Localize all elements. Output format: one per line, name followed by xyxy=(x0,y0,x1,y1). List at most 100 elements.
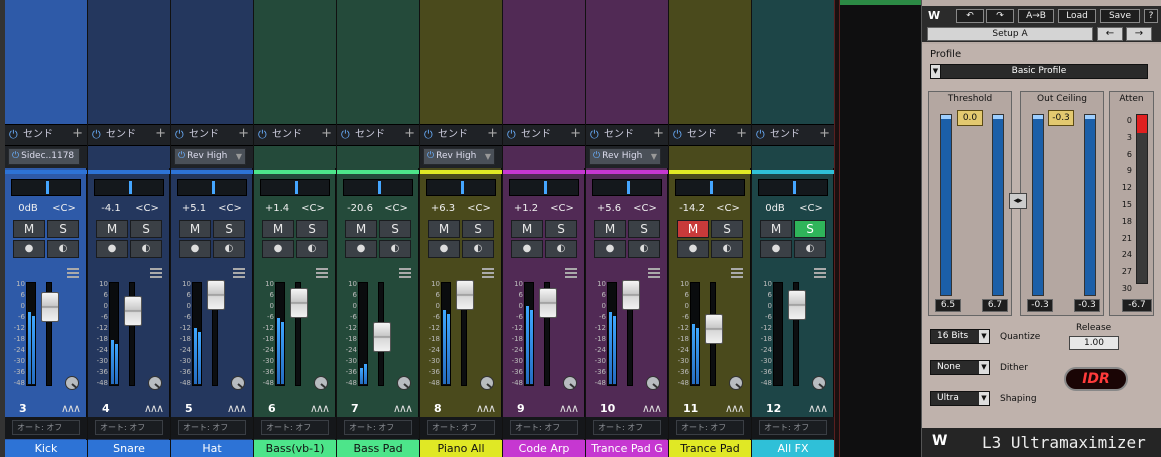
record-button[interactable]: ● xyxy=(96,240,128,258)
monitor-button[interactable]: ◐ xyxy=(711,240,743,258)
power-icon[interactable]: ⏻ xyxy=(178,151,185,161)
mute-button[interactable]: M xyxy=(345,220,377,238)
monitor-button[interactable]: ◐ xyxy=(794,240,826,258)
add-send-button[interactable]: + xyxy=(819,127,830,141)
knob-icon[interactable] xyxy=(480,376,494,390)
record-button[interactable]: ● xyxy=(677,240,709,258)
pan-readout[interactable]: <C> xyxy=(47,201,81,216)
solo-button[interactable]: S xyxy=(130,220,162,238)
pan-slider[interactable] xyxy=(343,179,413,196)
record-button[interactable]: ● xyxy=(511,240,543,258)
mute-button[interactable]: M xyxy=(96,220,128,238)
solo-button[interactable]: S xyxy=(711,220,743,238)
monitor-button[interactable]: ◐ xyxy=(462,240,494,258)
knob-icon[interactable] xyxy=(314,376,328,390)
mute-button[interactable]: M xyxy=(179,220,211,238)
monitor-button[interactable]: ◐ xyxy=(545,240,577,258)
automation-select[interactable]: オート: オフ xyxy=(510,420,578,435)
insert-slot[interactable]: ⏻ Rev High ▼ xyxy=(423,148,495,165)
volume-readout[interactable]: +1.4 xyxy=(260,201,294,216)
volume-fader[interactable] xyxy=(41,292,59,322)
shaping-select[interactable]: Ultra ▼ xyxy=(930,391,990,406)
add-send-button[interactable]: + xyxy=(487,127,498,141)
load-button[interactable]: Load xyxy=(1058,9,1096,23)
record-button[interactable]: ● xyxy=(760,240,792,258)
pan-slider[interactable] xyxy=(11,179,81,196)
release-field[interactable]: 1.00 xyxy=(1069,336,1119,350)
pan-slider[interactable] xyxy=(177,179,247,196)
insert-slot[interactable]: ⏻ Rev High ▼ xyxy=(174,148,246,165)
insert-slot[interactable]: ⏻ Sidec..1178 xyxy=(8,148,80,165)
add-send-button[interactable]: + xyxy=(321,127,332,141)
quantize-select[interactable]: 16 Bits ▼ xyxy=(930,329,990,344)
menu-icon[interactable] xyxy=(67,268,79,278)
channel-name[interactable]: Piano All xyxy=(420,440,502,457)
mute-button[interactable]: M xyxy=(677,220,709,238)
add-send-button[interactable]: + xyxy=(404,127,415,141)
solo-button[interactable]: S xyxy=(296,220,328,238)
power-icon[interactable]: ⏻ xyxy=(673,129,685,141)
solo-button[interactable]: S xyxy=(213,220,245,238)
volume-readout[interactable]: +5.6 xyxy=(592,201,626,216)
knob-icon[interactable] xyxy=(148,376,162,390)
power-icon[interactable]: ⏻ xyxy=(590,129,602,141)
channel-name[interactable]: Bass Pad xyxy=(337,440,419,457)
pan-readout[interactable]: <C> xyxy=(130,201,164,216)
pan-readout[interactable]: <C> xyxy=(379,201,413,216)
solo-button[interactable]: S xyxy=(379,220,411,238)
mute-button[interactable]: M xyxy=(262,220,294,238)
solo-button[interactable]: S xyxy=(794,220,826,238)
channel-name[interactable]: Kick xyxy=(5,440,87,457)
volume-readout[interactable]: -4.1 xyxy=(94,201,128,216)
monitor-button[interactable]: ◐ xyxy=(213,240,245,258)
automation-select[interactable]: オート: オフ xyxy=(676,420,744,435)
volume-readout[interactable]: -20.6 xyxy=(343,201,377,216)
add-send-button[interactable]: + xyxy=(238,127,249,141)
dropdown-icon[interactable]: ▼ xyxy=(485,149,491,164)
out-ceiling-slider[interactable]: -0.3 xyxy=(1048,110,1074,126)
record-button[interactable]: ● xyxy=(428,240,460,258)
preset-name[interactable]: Setup A xyxy=(927,27,1093,41)
channel-name[interactable]: Bass(vb-1) xyxy=(254,440,336,457)
prev-preset-button[interactable]: ← xyxy=(1097,27,1123,41)
pan-readout[interactable]: <C> xyxy=(711,201,745,216)
ab-compare-button[interactable]: A→B xyxy=(1018,9,1054,23)
volume-readout[interactable]: 0dB xyxy=(11,201,45,216)
volume-readout[interactable]: -14.2 xyxy=(675,201,709,216)
pan-readout[interactable]: <C> xyxy=(462,201,496,216)
pan-slider[interactable] xyxy=(426,179,496,196)
volume-readout[interactable]: +1.2 xyxy=(509,201,543,216)
pan-slider[interactable] xyxy=(94,179,164,196)
mute-button[interactable]: M xyxy=(428,220,460,238)
power-icon[interactable]: ⏻ xyxy=(9,129,21,141)
channel-name[interactable]: Code Arp xyxy=(503,440,585,457)
volume-fader[interactable] xyxy=(124,296,142,326)
solo-button[interactable]: S xyxy=(462,220,494,238)
pan-readout[interactable]: <C> xyxy=(545,201,579,216)
power-icon[interactable]: ⏻ xyxy=(175,129,187,141)
power-icon[interactable]: ⏻ xyxy=(92,129,104,141)
solo-button[interactable]: S xyxy=(628,220,660,238)
volume-fader[interactable] xyxy=(788,290,806,320)
add-send-button[interactable]: + xyxy=(72,127,83,141)
knob-icon[interactable] xyxy=(812,376,826,390)
automation-select[interactable]: オート: オフ xyxy=(759,420,827,435)
mute-button[interactable]: M xyxy=(511,220,543,238)
threshold-slider[interactable]: 0.0 xyxy=(957,110,983,126)
volume-fader[interactable] xyxy=(456,280,474,310)
record-button[interactable]: ● xyxy=(262,240,294,258)
add-send-button[interactable]: + xyxy=(570,127,581,141)
volume-fader[interactable] xyxy=(622,280,640,310)
add-send-button[interactable]: + xyxy=(653,127,664,141)
channel-name[interactable]: All FX xyxy=(752,440,834,457)
power-icon[interactable]: ⏻ xyxy=(258,129,270,141)
next-preset-button[interactable]: → xyxy=(1126,27,1152,41)
dither-select[interactable]: None ▼ xyxy=(930,360,990,375)
power-icon[interactable]: ⏻ xyxy=(756,129,768,141)
automation-select[interactable]: オート: オフ xyxy=(178,420,246,435)
add-send-button[interactable]: + xyxy=(155,127,166,141)
knob-icon[interactable] xyxy=(231,376,245,390)
mute-button[interactable]: M xyxy=(760,220,792,238)
power-icon[interactable]: ⏻ xyxy=(427,151,434,161)
pan-slider[interactable] xyxy=(509,179,579,196)
